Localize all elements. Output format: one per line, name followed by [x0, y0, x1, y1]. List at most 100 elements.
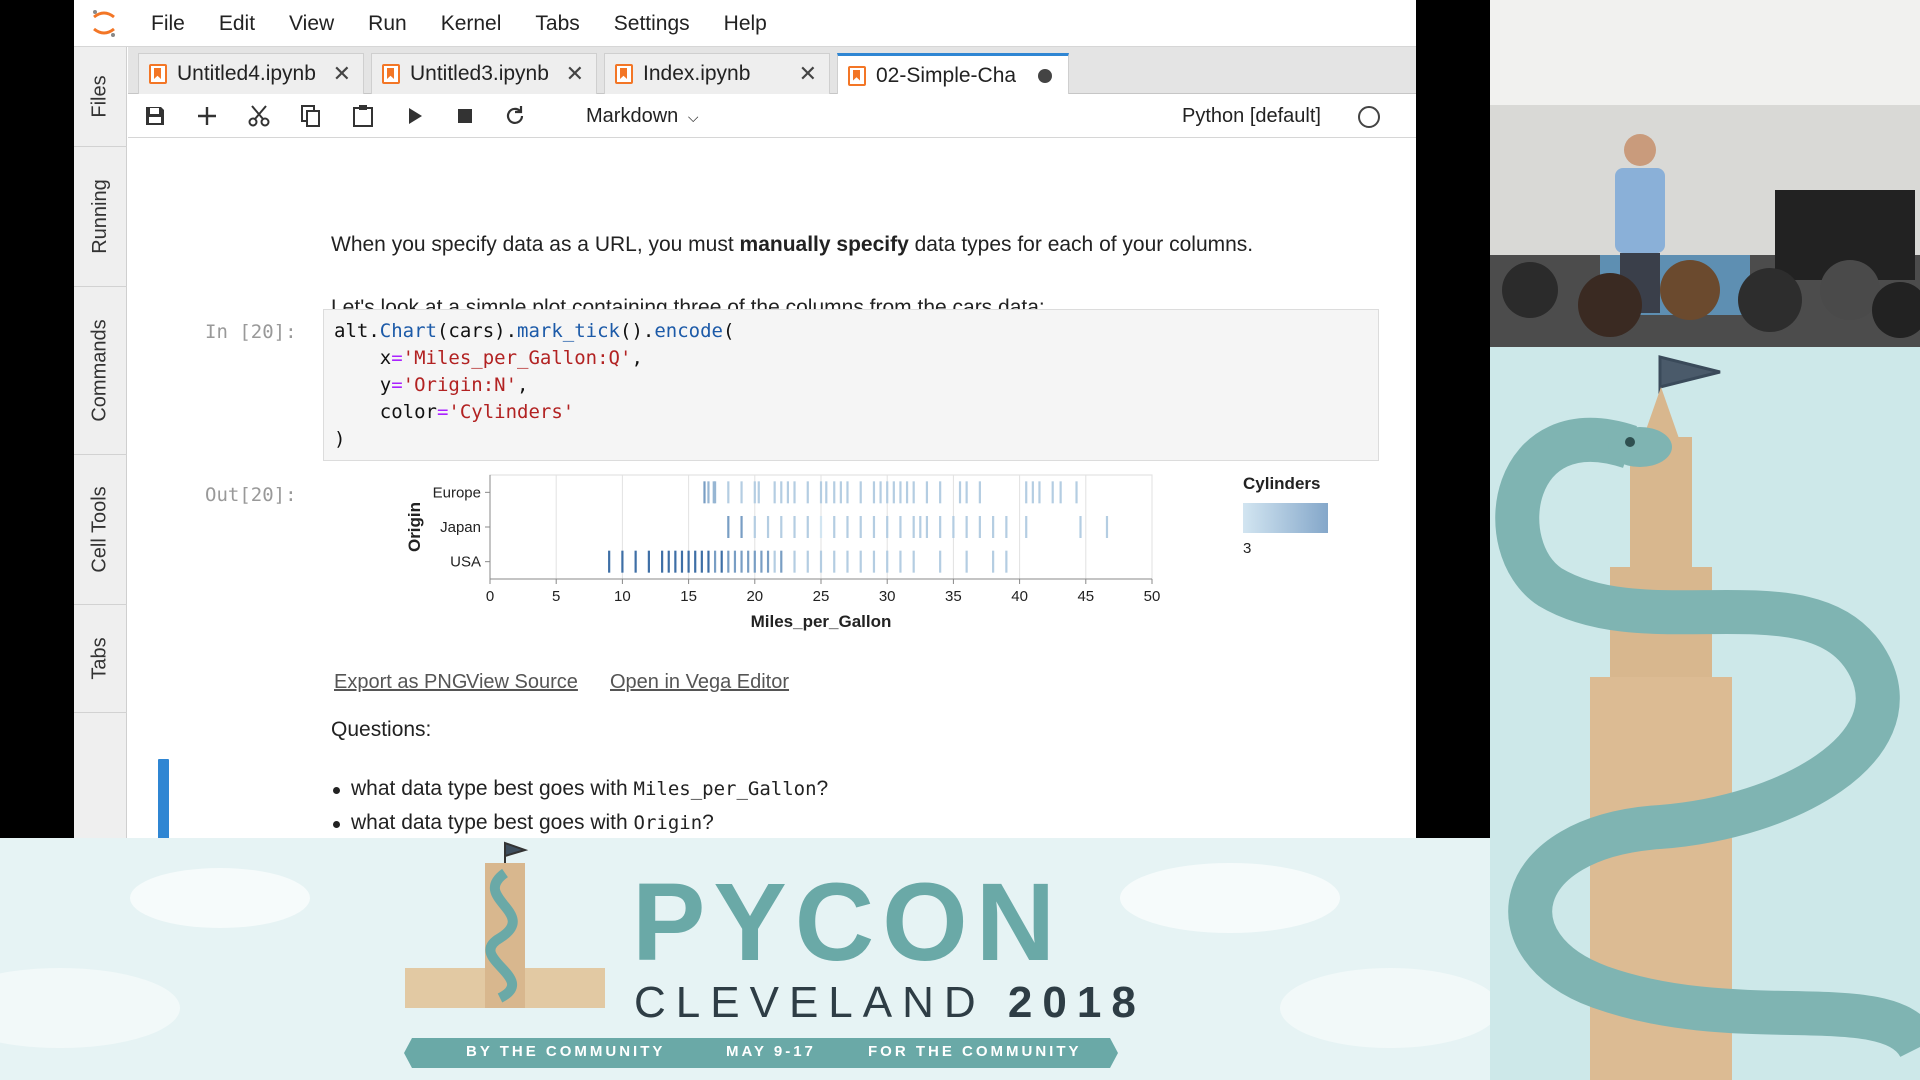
pycon-city: CLEVELAND — [634, 978, 986, 1027]
close-icon[interactable]: ✕ — [333, 61, 351, 87]
pycon-title: PYCON — [632, 861, 1064, 984]
notebook-content[interactable]: When you specify data as a URL, you must… — [128, 139, 1416, 838]
y-tick-label: Japan — [440, 519, 481, 536]
sidebar-tab-label: Tabs — [89, 637, 111, 680]
x-tick-label: 45 — [1077, 588, 1094, 605]
code-token: 'Miles_per_Gallon:Q' — [402, 347, 632, 369]
tab-02-simple-charts[interactable]: 02-Simple-Cha — [837, 53, 1069, 95]
inline-code: Origin — [633, 812, 703, 834]
menu-file[interactable]: File — [134, 0, 202, 47]
code-token: Chart — [379, 320, 437, 342]
list-item: what data type best goes with Origin? — [333, 811, 714, 835]
copy-icon[interactable] — [296, 102, 326, 130]
sidebar-tab-commands[interactable]: Commands — [74, 287, 127, 455]
code-token: = — [391, 347, 403, 369]
code-editor[interactable]: alt.Chart(cars).mark_tick().encode( x='M… — [323, 309, 1379, 461]
sidebar-tab-running[interactable]: Running — [74, 147, 127, 287]
text: what data type best goes with — [351, 811, 634, 834]
x-tick-label: 30 — [879, 588, 896, 605]
code-token: alt. — [334, 320, 380, 342]
run-icon[interactable] — [400, 102, 430, 130]
unsaved-dot-icon[interactable] — [1038, 68, 1052, 83]
text: what data type best goes with — [351, 777, 634, 800]
pycon-year: 2018 — [1007, 978, 1146, 1027]
inline-code: Miles_per_Gallon — [633, 778, 817, 800]
menu-view[interactable]: View — [272, 0, 351, 47]
close-icon[interactable]: ✕ — [799, 61, 817, 87]
x-tick-label: 15 — [680, 588, 697, 605]
close-icon[interactable]: ✕ — [566, 61, 584, 87]
legend-title: Cylinders — [1243, 474, 1320, 493]
code-token: mark_tick — [517, 320, 620, 342]
notebook-icon — [382, 64, 400, 84]
sidebar-tab-tabs[interactable]: Tabs — [74, 605, 127, 713]
restart-icon[interactable] — [500, 102, 530, 130]
x-axis-title: Miles_per_Gallon — [751, 612, 892, 631]
paste-icon[interactable] — [348, 102, 378, 130]
code-token: color — [334, 401, 437, 423]
save-icon[interactable] — [140, 102, 170, 130]
jupyterlab-window: File Edit View Run Kernel Tabs Settings … — [74, 0, 1416, 838]
x-tick-label: 0 — [486, 588, 494, 605]
text: ? — [816, 777, 829, 800]
code-line: ) — [334, 428, 346, 450]
sidebar-tab-label: Running — [89, 179, 112, 254]
export-png-link[interactable]: Export as PNG — [334, 671, 467, 694]
y-tick-label: USA — [450, 554, 481, 571]
markdown-paragraph-url: When you specify data as a URL, you must… — [331, 233, 1253, 257]
tick-chart: Europe Japan USA 0 5 10 15 20 25 30 35 40 45 50 Miles_… — [405, 474, 1328, 631]
cell-type-select[interactable]: Markdown ⌵ — [586, 102, 698, 130]
ribbon-mid: MAY 9-17 — [726, 1043, 816, 1060]
menu-edit[interactable]: Edit — [202, 0, 272, 47]
ribbon-left: BY THE COMMUNITY — [466, 1043, 666, 1060]
legend-color-bar — [1243, 503, 1328, 533]
sidebar-tab-cell-tools[interactable]: Cell Tools — [74, 455, 127, 605]
code-token: x — [334, 347, 392, 369]
sidebar-tab-label: Cell Tools — [89, 486, 111, 573]
x-tick-label: 35 — [945, 588, 962, 605]
menu-settings[interactable]: Settings — [597, 0, 707, 47]
code-line: alt.Chart(cars).mark_tick().encode( — [334, 320, 734, 342]
tab-label: 02-Simple-Cha — [876, 63, 1017, 87]
cell-type-value: Markdown — [586, 105, 679, 127]
x-tick-label: 25 — [813, 588, 830, 605]
menu-run[interactable]: Run — [351, 0, 424, 47]
code-token: = — [391, 374, 403, 396]
text: data types for each of your columns. — [908, 233, 1254, 256]
sidebar-tab-label: Files — [88, 75, 111, 118]
menu-bar: File Edit View Run Kernel Tabs Settings … — [74, 0, 1416, 47]
code-token: encode — [654, 320, 723, 342]
text-bold: manually specify — [739, 233, 909, 256]
view-source-link[interactable]: View Source — [466, 671, 578, 694]
tab-untitled4[interactable]: Untitled4.ipynb ✕ — [138, 53, 364, 94]
sidebar-tab-files[interactable]: Files — [74, 47, 127, 147]
menu-tabs[interactable]: Tabs — [518, 0, 596, 47]
active-cell-marker — [158, 759, 169, 838]
open-vega-editor-link[interactable]: Open in Vega Editor — [610, 671, 789, 694]
pycon-banner: PYCON CLEVELAND 2018 BY THE COMMUNITY MA… — [0, 838, 1490, 1080]
stop-icon[interactable] — [450, 102, 480, 130]
pycon-subtitle: CLEVELAND 2018 — [634, 978, 1146, 1028]
code-token: 'Origin:N' — [402, 374, 518, 396]
code-token: 'Cylinders' — [448, 401, 575, 423]
left-sidebar: Files Running Commands Cell Tools Tabs — [74, 47, 127, 838]
cut-icon[interactable] — [244, 102, 274, 130]
code-token: (). — [620, 320, 655, 342]
tab-untitled3[interactable]: Untitled3.ipynb ✕ — [371, 53, 597, 94]
speaker-video — [1490, 0, 1920, 347]
notebook-icon — [848, 65, 866, 86]
chevron-down-icon: ⌵ — [687, 109, 699, 125]
questions-heading: Questions: — [331, 718, 432, 741]
add-icon[interactable] — [192, 102, 222, 130]
tab-index[interactable]: Index.ipynb ✕ — [604, 53, 830, 94]
menu-help[interactable]: Help — [707, 0, 784, 47]
chart-legend: Cylinders38 — [1243, 474, 1328, 557]
kernel-name[interactable]: Python [default] — [1182, 102, 1321, 130]
x-tick-label: 5 — [552, 588, 560, 605]
jupyter-logo-icon — [74, 0, 134, 47]
list-item: what data type best goes with Miles_per_… — [332, 777, 829, 801]
menu-kernel[interactable]: Kernel — [424, 0, 519, 47]
pycon-side-artwork — [1490, 347, 1920, 1080]
kernel-status-icon — [1358, 106, 1380, 128]
code-token: , — [517, 374, 529, 396]
